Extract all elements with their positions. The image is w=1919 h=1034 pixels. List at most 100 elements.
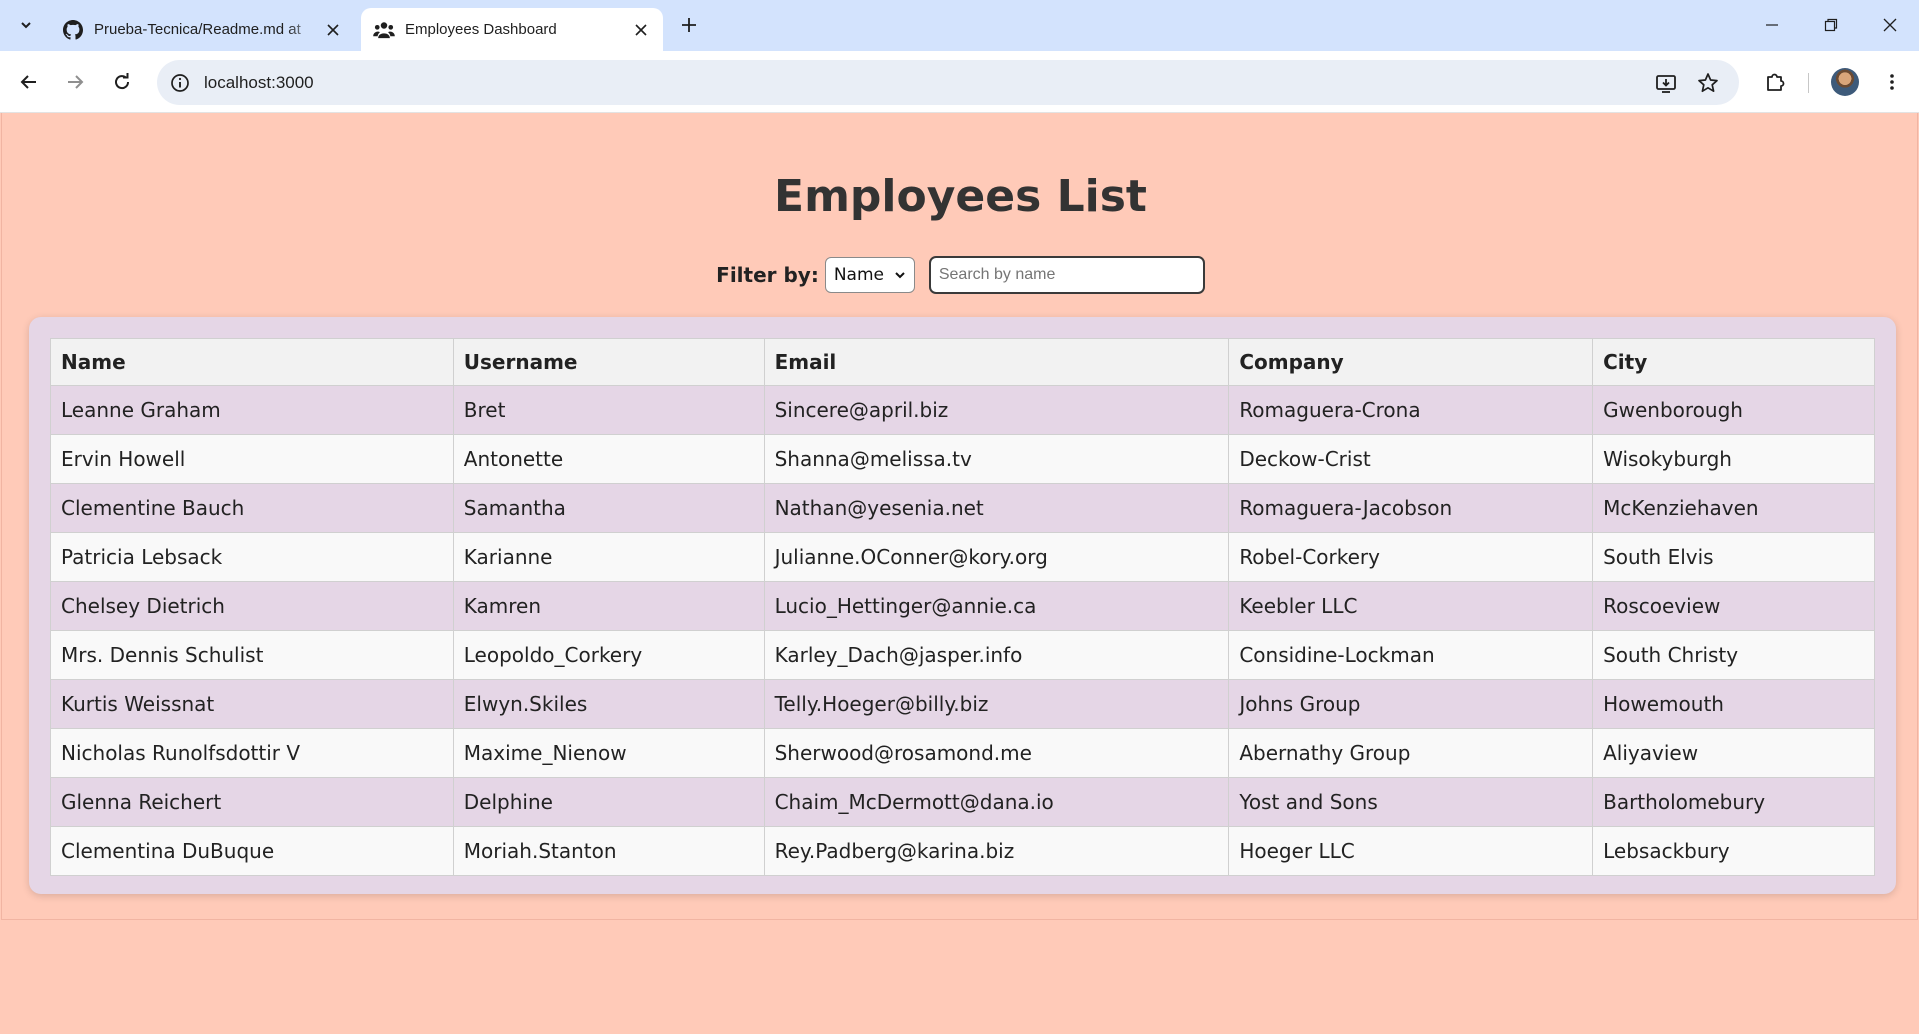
bookmark-star-icon[interactable] [1695, 70, 1721, 96]
column-header-name[interactable]: Name [50, 338, 454, 386]
cell-name: Ervin Howell [50, 434, 454, 484]
browser-tab-bar: Prueba-Tecnica/Readme.md at Employees Da… [0, 0, 1919, 51]
toolbar-divider [1808, 73, 1809, 93]
filter-select-value: Name [833, 265, 884, 285]
table-row[interactable]: Nicholas Runolfsdottir V Maxime_Nienow S… [50, 728, 1875, 778]
table-row[interactable]: Glenna Reichert Delphine Chaim_McDermott… [50, 777, 1875, 827]
cell-city: Bartholomebury [1592, 777, 1875, 827]
cell-username: Kamren [452, 581, 765, 631]
cell-email: Rey.Padberg@karina.biz [763, 826, 1230, 876]
reload-icon[interactable] [107, 67, 137, 97]
cell-company: Abernathy Group [1228, 728, 1594, 778]
cell-email: Chaim_McDermott@dana.io [763, 777, 1230, 827]
table-row[interactable]: Ervin Howell Antonette Shanna@melissa.tv… [50, 434, 1875, 484]
users-icon [373, 19, 395, 41]
tab-title: Prueba-Tecnica/Readme.md at [94, 21, 301, 38]
minimize-window-icon[interactable] [1757, 12, 1787, 38]
url-text: localhost:3000 [204, 73, 314, 92]
table-row[interactable]: Clementine Bauch Samantha Nathan@yesenia… [50, 483, 1875, 533]
cell-company: Yost and Sons [1228, 777, 1594, 827]
cell-username: Elwyn.Skiles [452, 679, 765, 729]
cell-name: Leanne Graham [50, 385, 454, 435]
employees-table: Name Username Email Company City Leanne … [50, 338, 1875, 876]
cell-city: McKenziehaven [1592, 483, 1875, 533]
chevron-down-icon [895, 272, 905, 279]
cell-username: Samantha [452, 483, 765, 533]
cell-email: Sincere@april.biz [763, 385, 1230, 435]
cell-email: Sherwood@rosamond.me [763, 728, 1230, 778]
tab-search-chevron-icon[interactable] [12, 11, 40, 39]
cell-username: Antonette [452, 434, 765, 484]
filter-field-select[interactable]: Name [824, 257, 915, 293]
column-header-city[interactable]: City [1592, 338, 1875, 386]
table-header-row: Name Username Email Company City [50, 338, 1875, 386]
table-row[interactable]: Mrs. Dennis Schulist Leopoldo_Corkery Ka… [50, 630, 1875, 680]
table-row[interactable]: Kurtis Weissnat Elwyn.Skiles Telly.Hoege… [50, 679, 1875, 729]
forward-arrow-icon[interactable] [60, 67, 90, 97]
browser-toolbar: localhost:3000 [0, 51, 1919, 113]
cell-city: Lebsackbury [1592, 826, 1875, 876]
browser-menu-kebab-icon[interactable] [1877, 67, 1907, 97]
browser-tab-employees-dashboard[interactable]: Employees Dashboard [361, 8, 663, 51]
extensions-puzzle-icon[interactable] [1760, 67, 1790, 97]
cell-city: South Elvis [1592, 532, 1875, 582]
cell-name: Glenna Reichert [50, 777, 454, 827]
profile-avatar[interactable] [1831, 68, 1859, 96]
cell-username: Maxime_Nienow [452, 728, 765, 778]
page-title: Employees List [774, 171, 1147, 222]
cell-city: Wisokyburgh [1592, 434, 1875, 484]
cell-email: Shanna@melissa.tv [763, 434, 1230, 484]
column-header-company[interactable]: Company [1228, 338, 1594, 386]
table-row[interactable]: Patricia Lebsack Karianne Julianne.OConn… [50, 532, 1875, 582]
cell-city: Gwenborough [1592, 385, 1875, 435]
tab-title: Employees Dashboard [405, 21, 557, 38]
cell-company: Romaguera-Crona [1228, 385, 1594, 435]
cell-username: Delphine [452, 777, 765, 827]
browser-tab-github[interactable]: Prueba-Tecnica/Readme.md at [50, 8, 355, 51]
cell-city: Howemouth [1592, 679, 1875, 729]
restore-window-icon[interactable] [1816, 12, 1846, 38]
close-window-icon[interactable] [1875, 12, 1905, 38]
new-tab-plus-icon[interactable] [676, 12, 702, 38]
column-header-username[interactable]: Username [452, 338, 765, 386]
cell-name: Mrs. Dennis Schulist [50, 630, 454, 680]
cell-name: Nicholas Runolfsdottir V [50, 728, 454, 778]
search-input[interactable] [928, 256, 1205, 294]
address-bar[interactable]: localhost:3000 [157, 60, 1739, 105]
cell-username: Karianne [452, 532, 765, 582]
cell-company: Keebler LLC [1228, 581, 1594, 631]
site-info-icon[interactable] [167, 70, 193, 96]
cell-company: Deckow-Crist [1228, 434, 1594, 484]
back-arrow-icon[interactable] [14, 67, 44, 97]
cell-city: South Christy [1592, 630, 1875, 680]
app-container: Employees List Filter by: Name Name User… [1, 113, 1918, 920]
page-viewport: Employees List Filter by: Name Name User… [0, 113, 1919, 1034]
github-icon [62, 19, 84, 41]
cell-name: Chelsey Dietrich [50, 581, 454, 631]
cell-name: Clementina DuBuque [50, 826, 454, 876]
cell-name: Kurtis Weissnat [50, 679, 454, 729]
cell-company: Considine-Lockman [1228, 630, 1594, 680]
cell-company: Robel-Corkery [1228, 532, 1594, 582]
table-row[interactable]: Clementina DuBuque Moriah.Stanton Rey.Pa… [50, 826, 1875, 876]
employees-table-card: Name Username Email Company City Leanne … [29, 317, 1896, 894]
filter-label: Filter by: [716, 263, 819, 287]
close-tab-icon[interactable] [629, 18, 653, 42]
cell-email: Lucio_Hettinger@annie.ca [763, 581, 1230, 631]
filter-bar: Filter by: Name [2, 256, 1919, 294]
table-row[interactable]: Leanne Graham Bret Sincere@april.biz Rom… [50, 385, 1875, 435]
cell-company: Johns Group [1228, 679, 1594, 729]
cell-email: Telly.Hoeger@billy.biz [763, 679, 1230, 729]
column-header-email[interactable]: Email [763, 338, 1230, 386]
cell-username: Leopoldo_Corkery [452, 630, 765, 680]
close-tab-icon[interactable] [321, 18, 345, 42]
install-app-icon[interactable] [1653, 70, 1679, 96]
cell-name: Clementine Bauch [50, 483, 454, 533]
cell-city: Aliyaview [1592, 728, 1875, 778]
cell-name: Patricia Lebsack [50, 532, 454, 582]
cell-company: Romaguera-Jacobson [1228, 483, 1594, 533]
table-row[interactable]: Chelsey Dietrich Kamren Lucio_Hettinger@… [50, 581, 1875, 631]
cell-email: Julianne.OConner@kory.org [763, 532, 1230, 582]
cell-city: Roscoeview [1592, 581, 1875, 631]
cell-username: Moriah.Stanton [452, 826, 765, 876]
